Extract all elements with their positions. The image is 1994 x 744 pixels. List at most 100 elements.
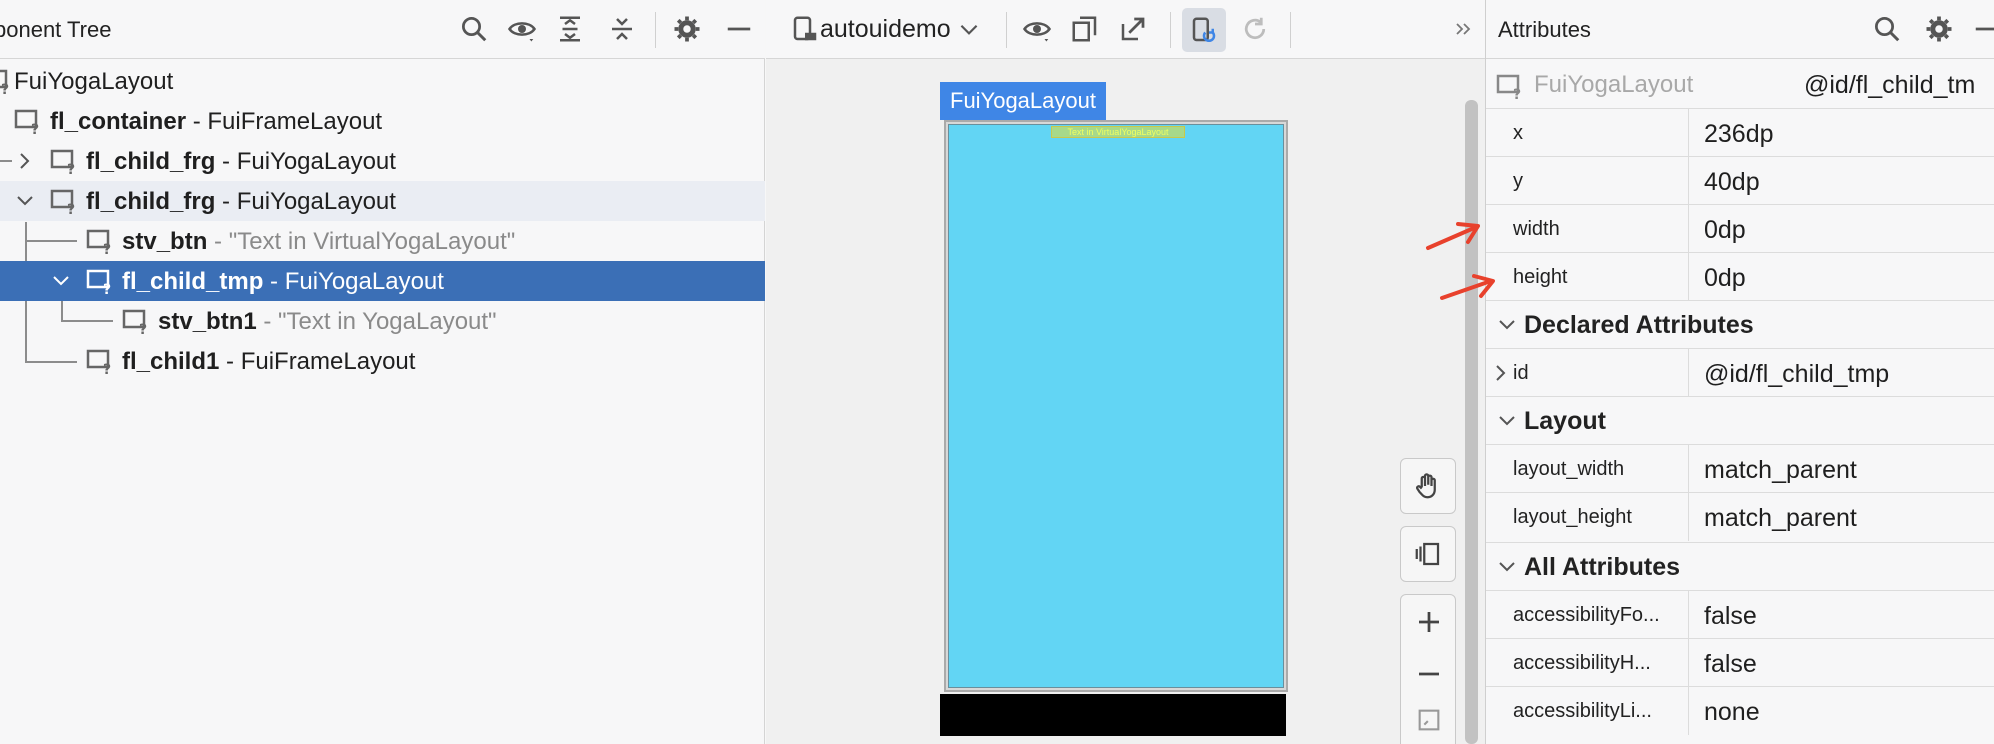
view-node-icon: ? bbox=[14, 109, 39, 135]
export-icon[interactable] bbox=[1068, 12, 1102, 46]
svg-text:?: ? bbox=[103, 362, 111, 375]
tree-node-name: fl_child1 bbox=[122, 348, 220, 375]
attribute-row[interactable]: accessibilityFo... false bbox=[1486, 590, 1994, 639]
tree-row[interactable]: ? stv_btn1 - "Text in YogaLayout" bbox=[0, 301, 765, 341]
attribute-row[interactable]: accessibilityH... false bbox=[1486, 638, 1994, 687]
attribute-row[interactable]: width 0dp bbox=[1486, 204, 1994, 253]
attribute-key: accessibilityH... bbox=[1513, 652, 1651, 674]
double-chevron-right-icon[interactable] bbox=[1452, 12, 1476, 46]
chevron-right-icon[interactable] bbox=[1490, 362, 1512, 384]
chevron-down-icon[interactable] bbox=[14, 190, 36, 212]
chevron-down-icon[interactable] bbox=[50, 270, 72, 292]
chevron-down-icon[interactable] bbox=[1496, 314, 1518, 336]
attribute-row[interactable]: height 0dp bbox=[1486, 252, 1994, 301]
search-icon[interactable] bbox=[457, 12, 491, 46]
refresh-icon[interactable] bbox=[1238, 12, 1272, 46]
live-update-icon[interactable] bbox=[1182, 8, 1226, 52]
component-id: @id/fl_child_tm bbox=[1804, 71, 1976, 99]
layout-section[interactable]: Layout bbox=[1486, 396, 1994, 444]
section-title: All Attributes bbox=[1524, 553, 1681, 581]
svg-text:?: ? bbox=[1513, 87, 1521, 100]
component-class-name: FuiYogaLayout bbox=[1534, 71, 1694, 98]
view-node-icon: ? bbox=[86, 349, 111, 375]
selected-view-bounds[interactable]: Text in VirtualYogaLayout bbox=[948, 124, 1284, 688]
zoom-out-icon bbox=[1419, 672, 1439, 676]
attribute-value[interactable]: 40dp bbox=[1704, 168, 1760, 197]
attribute-key: y bbox=[1513, 170, 1523, 192]
minimize-icon[interactable] bbox=[722, 12, 756, 46]
all-attributes-section[interactable]: All Attributes bbox=[1486, 542, 1994, 590]
gear-icon[interactable] bbox=[1922, 12, 1956, 46]
tree-row[interactable]: ? stv_btn - "Text in VirtualYogaLayout" bbox=[0, 221, 765, 261]
attribute-value[interactable]: 0dp bbox=[1704, 264, 1746, 293]
section-title: Layout bbox=[1524, 407, 1606, 435]
zoom-out-button[interactable] bbox=[1401, 649, 1457, 699]
eye-icon[interactable] bbox=[505, 12, 539, 46]
attribute-row[interactable]: layout_width match_parent bbox=[1486, 444, 1994, 493]
attributes-panel: Attributes ? FuiYogaLayout @id/fl_child_… bbox=[1485, 0, 1994, 744]
zoom-in-button[interactable] bbox=[1401, 597, 1457, 647]
device-icon[interactable] bbox=[788, 12, 822, 46]
attribute-key: layout_height bbox=[1513, 506, 1632, 528]
device-screen[interactable]: Text in VirtualYogaLayout bbox=[944, 120, 1288, 692]
chevron-down-icon[interactable] bbox=[956, 12, 982, 46]
attributes-title: Attributes bbox=[1498, 17, 1591, 42]
attribute-row[interactable]: id @id/fl_child_tmp bbox=[1486, 348, 1994, 397]
attribute-value[interactable]: match_parent bbox=[1704, 504, 1857, 533]
tree-node-type: - "Text in VirtualYogaLayout" bbox=[207, 228, 516, 255]
component-tree-header: ponent Tree bbox=[0, 0, 765, 59]
attribute-value[interactable]: 236dp bbox=[1704, 120, 1774, 149]
pan-button[interactable] bbox=[1400, 458, 1456, 514]
expand-all-icon[interactable] bbox=[553, 12, 587, 46]
svg-text:?: ? bbox=[31, 122, 39, 135]
device-selector[interactable]: autouidemo bbox=[820, 15, 951, 44]
attribute-row[interactable]: layout_height match_parent bbox=[1486, 492, 1994, 541]
preview-toolbar: autouidemo bbox=[766, 0, 1485, 59]
hand-icon bbox=[1416, 473, 1436, 499]
preview-scrollbar[interactable] bbox=[1465, 100, 1478, 744]
toolbar-separator bbox=[655, 12, 656, 48]
attribute-value[interactable]: false bbox=[1704, 650, 1757, 679]
fit-screen-button[interactable] bbox=[1401, 695, 1457, 744]
text-view-bounds[interactable]: Text in VirtualYogaLayout bbox=[1051, 126, 1185, 138]
tree-node-name: FuiYogaLayout bbox=[14, 68, 174, 95]
gear-icon[interactable] bbox=[670, 12, 704, 46]
svg-text:?: ? bbox=[1, 82, 9, 95]
attribute-value[interactable]: @id/fl_child_tmp bbox=[1704, 360, 1889, 389]
chevron-right-icon[interactable] bbox=[14, 150, 36, 172]
layers-button[interactable] bbox=[1400, 526, 1456, 582]
section-title: Declared Attributes bbox=[1524, 311, 1754, 339]
chevron-down-icon[interactable] bbox=[1496, 410, 1518, 432]
share-icon[interactable] bbox=[1116, 12, 1150, 46]
tree-row-selected[interactable]: ? fl_child_tmp - FuiYogaLayout bbox=[0, 261, 765, 301]
tree-node-type: - FuiYogaLayout bbox=[215, 188, 396, 215]
eye-icon[interactable] bbox=[1020, 12, 1054, 46]
chevron-down-icon[interactable] bbox=[1496, 556, 1518, 578]
tree-node-type: - FuiYogaLayout bbox=[215, 148, 396, 175]
tree-row[interactable]: ? fl_child_frg - FuiYogaLayout bbox=[0, 141, 765, 181]
attribute-value[interactable]: 0dp bbox=[1704, 216, 1746, 245]
attribute-row[interactable]: x 236dp bbox=[1486, 108, 1994, 157]
attribute-key: width bbox=[1513, 218, 1560, 240]
tree-node-type: - FuiFrameLayout bbox=[219, 348, 416, 375]
attribute-row[interactable]: accessibilityLi... none bbox=[1486, 686, 1994, 735]
selected-view-badge: FuiYogaLayout bbox=[940, 82, 1106, 120]
tree-row[interactable]: ? fl_child1 - FuiFrameLayout bbox=[0, 341, 765, 381]
attribute-value[interactable]: match_parent bbox=[1704, 456, 1857, 485]
tree-row[interactable]: ? FuiYogaLayout bbox=[0, 61, 765, 101]
zoom-in-icon bbox=[1419, 612, 1439, 632]
tree-node-type: - FuiYogaLayout bbox=[263, 268, 444, 295]
attribute-value[interactable]: none bbox=[1704, 698, 1760, 727]
declared-attributes-section[interactable]: Declared Attributes bbox=[1486, 300, 1994, 348]
collapse-all-icon[interactable] bbox=[605, 12, 639, 46]
view-node-icon: ? bbox=[1496, 74, 1521, 100]
tree-row[interactable]: ? fl_container - FuiFrameLayout bbox=[0, 101, 765, 141]
search-icon[interactable] bbox=[1870, 12, 1904, 46]
tree-row[interactable]: ? fl_child_frg - FuiYogaLayout bbox=[0, 181, 765, 221]
attribute-value[interactable]: false bbox=[1704, 602, 1757, 631]
minimize-icon[interactable] bbox=[1970, 12, 1994, 46]
svg-text:?: ? bbox=[67, 162, 75, 175]
attribute-row[interactable]: y 40dp bbox=[1486, 156, 1994, 205]
view-node-icon: ? bbox=[0, 69, 9, 95]
tree-node-name: fl_container bbox=[50, 108, 187, 135]
